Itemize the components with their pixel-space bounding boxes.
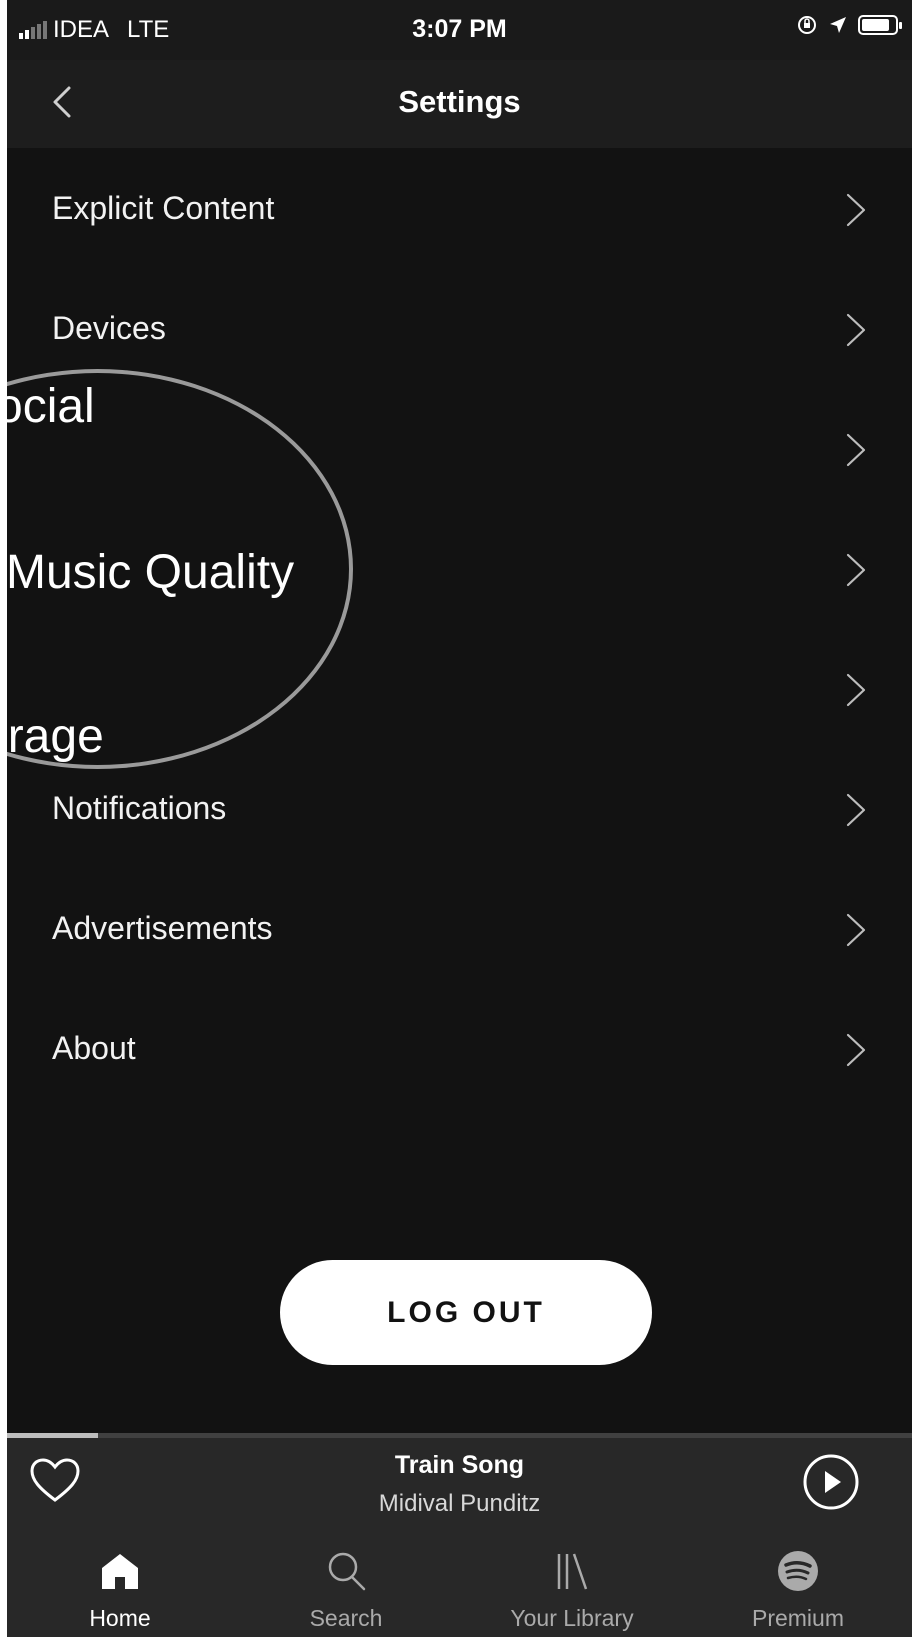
status-time: 3:07 PM [412,15,507,43]
magnifier-music-quality-text[interactable]: Music Quality [7,545,294,600]
tab-premium-label: Premium [751,1605,844,1631]
tab-home[interactable]: Home [7,1533,233,1637]
playback-progress-fill [7,1433,98,1438]
settings-row-label: Notifications [52,790,227,826]
settings-row-label: Devices [52,310,166,346]
settings-row-label: Explicit Content [52,190,275,226]
play-icon[interactable] [802,1453,860,1511]
chevron-right-icon [846,673,866,707]
track-artist: Midival Punditz [378,1490,541,1517]
chevron-right-icon [846,793,866,827]
location-icon [830,17,846,33]
tab-premium[interactable]: Premium [685,1533,911,1637]
settings-row[interactable]: Notifications [7,748,912,868]
magnifier-storage-text: orage [7,710,104,763]
phone-screen: IDEA LTE 3:07 PM Settings Explicit Conte… [7,0,912,1637]
playback-progress [7,1433,912,1438]
settings-row[interactable]: Advertisements [7,868,912,988]
tab-your-library[interactable]: Your Library [459,1533,685,1637]
track-title: Train Song [394,1451,525,1479]
settings-header: Settings [7,60,912,148]
now-playing-bar[interactable]: Train Song Midival Punditz [7,1433,912,1533]
status-right [796,14,902,36]
chevron-right-icon [846,313,866,347]
logout-button[interactable]: LOG OUT [280,1260,652,1365]
settings-row[interactable]: About [7,988,912,1108]
tab-search-label: Search [309,1605,383,1631]
spotify-icon [778,1551,818,1591]
settings-row-label: Advertisements [52,910,273,946]
settings-row[interactable]: Explicit Content [7,148,912,268]
search-icon [328,1552,366,1591]
battery-icon [858,15,902,35]
tab-bar: Home Search Your Library Premium [7,1533,912,1637]
page-title: Settings [398,84,521,119]
tab-search[interactable]: Search [233,1533,459,1637]
tab-your-library-label: Your Library [510,1605,634,1631]
orientation-lock-icon [798,16,816,34]
chevron-right-icon [846,553,866,587]
home-icon [102,1554,138,1589]
settings-row-label: About [52,1030,136,1066]
chevron-right-icon [846,433,866,467]
chevron-right-icon [846,913,866,947]
chevron-right-icon [846,193,866,227]
tab-home-label: Home [89,1605,151,1631]
chevron-right-icon [846,1033,866,1067]
status-bar: IDEA LTE 3:07 PM [7,0,912,60]
magnifier-social-text: ocial [7,380,95,433]
library-icon [557,1553,588,1590]
settings-row[interactable]: Devices [7,268,912,388]
